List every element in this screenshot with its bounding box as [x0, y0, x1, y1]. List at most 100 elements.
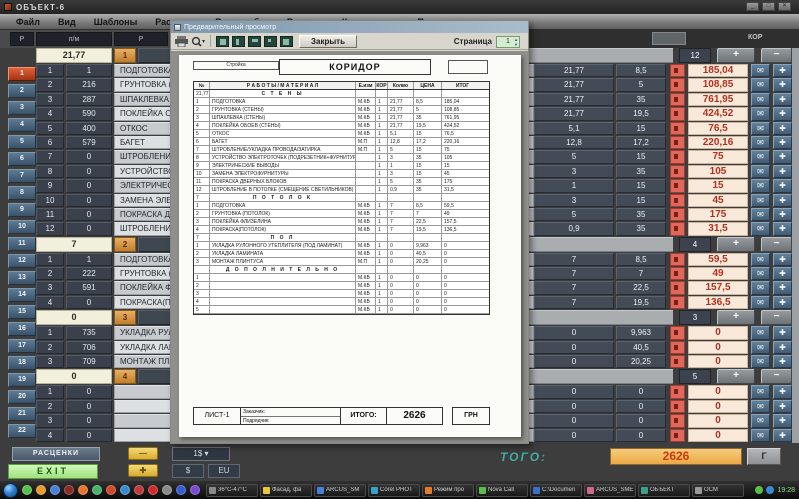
row-move-button[interactable]: ✚ [773, 64, 792, 77]
row-envelope-button[interactable]: ✉ [751, 64, 770, 77]
row-price-cell[interactable]: 7 [616, 267, 666, 280]
taskbar-button[interactable]: C:\Documen [530, 484, 582, 497]
row-envelope-button[interactable]: ✉ [751, 414, 770, 427]
row-envelope-button[interactable]: ✉ [751, 341, 770, 354]
taskbar-button[interactable]: Режим про [422, 484, 474, 497]
menu-item-шаблоны[interactable]: Шаблоны [94, 17, 138, 27]
page-layout-2-button[interactable] [232, 36, 245, 47]
row-price-cell[interactable]: 22,5 [616, 281, 666, 294]
row-quantity-cell[interactable]: 21,77 [534, 93, 614, 106]
row-move-button[interactable]: ✚ [773, 222, 792, 235]
row-envelope-button[interactable]: ✉ [751, 150, 770, 163]
start-button[interactable] [3, 483, 18, 498]
row-move-button[interactable]: ✚ [773, 179, 792, 192]
row-price-cell[interactable]: 19,5 [616, 107, 666, 120]
page-layout-3-button[interactable] [248, 36, 261, 47]
row-quantity-cell[interactable]: 21,77 [534, 107, 614, 120]
quicklaunch-icon[interactable] [176, 485, 186, 495]
row-quantity-cell[interactable]: 0,9 [534, 222, 614, 235]
tray-network-icon[interactable] [766, 486, 774, 494]
quicklaunch-icon[interactable] [22, 485, 32, 495]
row-price-cell[interactable]: 35 [616, 165, 666, 178]
taskbar-button[interactable]: Nova Call [476, 484, 528, 497]
taskbar-button[interactable]: 36°C-47°C [206, 484, 258, 497]
taskbar-button[interactable]: Фасад, фа [260, 484, 312, 497]
row-envelope-button[interactable]: ✉ [751, 165, 770, 178]
close-button[interactable]: ✕ [778, 2, 791, 11]
zoom-dropdown-icon[interactable] [191, 36, 205, 47]
row-move-button[interactable]: ✚ [773, 267, 792, 280]
page-layout-4-button[interactable] [264, 36, 277, 47]
row-move-button[interactable]: ✚ [773, 296, 792, 309]
row-envelope-button[interactable]: ✉ [751, 107, 770, 120]
row-quantity-cell[interactable]: 5,1 [534, 122, 614, 135]
row-envelope-button[interactable]: ✉ [751, 136, 770, 149]
row-price-cell[interactable]: 15 [616, 179, 666, 192]
row-move-button[interactable]: ✚ [773, 281, 792, 294]
row-price-cell[interactable]: 0 [616, 414, 666, 427]
maximize-button[interactable]: □ [762, 2, 775, 11]
row-envelope-button[interactable]: ✉ [751, 253, 770, 266]
group-add-row-button[interactable]: + [717, 310, 755, 325]
row-price-cell[interactable]: 35 [616, 93, 666, 106]
row-quantity-cell[interactable]: 5 [534, 208, 614, 221]
row-move-button[interactable]: ✚ [773, 400, 792, 413]
euro-button[interactable]: EU [208, 464, 240, 478]
row-move-button[interactable]: ✚ [773, 326, 792, 339]
quicklaunch-icon[interactable] [106, 485, 116, 495]
minimize-button[interactable]: _ [746, 2, 759, 11]
group-quantity-value[interactable]: 21,77 [36, 48, 112, 63]
currency-dropdown[interactable]: 1$ ▾ [172, 447, 230, 461]
row-quantity-cell[interactable]: 0 [534, 326, 614, 339]
row-quantity-cell[interactable]: 21,77 [534, 78, 614, 91]
row-quantity-cell[interactable]: 0 [534, 429, 614, 442]
row-move-button[interactable]: ✚ [773, 341, 792, 354]
row-price-cell[interactable]: 19,5 [616, 296, 666, 309]
row-envelope-button[interactable]: ✉ [751, 281, 770, 294]
row-quantity-cell[interactable]: 0 [534, 355, 614, 368]
row-move-button[interactable]: ✚ [773, 150, 792, 163]
row-move-button[interactable]: ✚ [773, 385, 792, 398]
group-number-button[interactable]: 4 [114, 369, 136, 384]
page-layout-5-button[interactable] [280, 36, 293, 47]
row-envelope-button[interactable]: ✉ [751, 296, 770, 309]
row-quantity-cell[interactable]: 12,8 [534, 136, 614, 149]
group-quantity-value[interactable]: 7 [36, 237, 112, 252]
print-icon[interactable] [175, 36, 188, 47]
row-quantity-cell[interactable]: 5 [534, 150, 614, 163]
row-price-cell[interactable]: 9,963 [616, 326, 666, 339]
row-envelope-button[interactable]: ✉ [751, 429, 770, 442]
currency-unit-button[interactable]: Г [747, 448, 781, 465]
row-envelope-button[interactable]: ✉ [751, 267, 770, 280]
row-quantity-cell[interactable]: 7 [534, 267, 614, 280]
row-quantity-cell[interactable]: 7 [534, 281, 614, 294]
row-price-cell[interactable]: 8,5 [616, 64, 666, 77]
group-number-button[interactable]: 1 [114, 48, 136, 63]
row-move-button[interactable]: ✚ [773, 429, 792, 442]
row-price-cell[interactable]: 0 [616, 429, 666, 442]
row-quantity-cell[interactable]: 3 [534, 194, 614, 207]
row-envelope-button[interactable]: ✉ [751, 355, 770, 368]
row-price-cell[interactable]: 0 [616, 385, 666, 398]
expand-button[interactable]: ✚ [128, 464, 158, 477]
row-quantity-cell[interactable]: 3 [534, 165, 614, 178]
quicklaunch-icon[interactable] [78, 485, 88, 495]
quicklaunch-icon[interactable] [92, 485, 102, 495]
page-spinner[interactable]: 1▲▼ [496, 36, 520, 48]
row-price-cell[interactable]: 8,5 [616, 253, 666, 266]
group-add-row-button[interactable]: + [717, 369, 755, 384]
row-envelope-button[interactable]: ✉ [751, 385, 770, 398]
row-envelope-button[interactable]: ✉ [751, 179, 770, 192]
group-remove-row-button[interactable]: − [761, 310, 792, 325]
quicklaunch-icon[interactable] [162, 485, 172, 495]
row-move-button[interactable]: ✚ [773, 194, 792, 207]
group-remove-row-button[interactable]: − [761, 237, 792, 252]
row-price-cell[interactable]: 15 [616, 150, 666, 163]
row-quantity-cell[interactable]: 0 [534, 414, 614, 427]
row-move-button[interactable]: ✚ [773, 93, 792, 106]
taskbar-button[interactable]: ОСМ [692, 484, 744, 497]
row-envelope-button[interactable]: ✉ [751, 122, 770, 135]
row-price-cell[interactable]: 0 [616, 400, 666, 413]
row-price-cell[interactable]: 35 [616, 208, 666, 221]
dollar-button[interactable]: $ [172, 464, 204, 478]
